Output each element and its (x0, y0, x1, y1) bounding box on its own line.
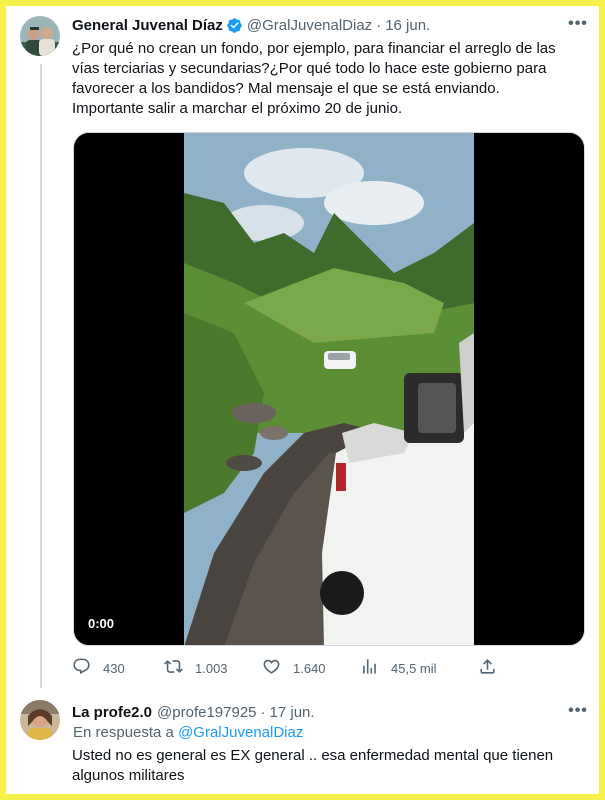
reply-text-line: Usted no es general es EX general .. esa… (72, 747, 554, 764)
tweet-date[interactable]: 16 jun. (385, 17, 430, 34)
reply-more-icon[interactable]: ••• (566, 703, 590, 725)
like-count: 1.640 (293, 660, 326, 676)
retweet-count: 1.003 (195, 660, 228, 676)
reply-author-name[interactable]: La profe2.0 (72, 704, 152, 721)
video-frame (74, 133, 584, 645)
reply-author-handle[interactable]: @profe197925 (157, 704, 256, 721)
views-count: 45,5 mil (391, 660, 437, 676)
author-name[interactable]: General Juvenal Díaz (72, 17, 223, 34)
video-player[interactable]: 0:00 (73, 132, 585, 646)
retweet-icon (164, 657, 183, 679)
video-timestamp: 0:00 (88, 616, 115, 631)
share-button[interactable] (478, 657, 497, 679)
tweet-text-line: favorecer a los bandidos? Mal mensaje el… (72, 80, 500, 97)
tweet-text-line: ¿Por qué no crean un fondo, por ejemplo,… (72, 40, 556, 57)
author-avatar[interactable] (20, 16, 60, 56)
more-icon[interactable]: ••• (566, 16, 590, 38)
thread-connector-line (40, 64, 42, 688)
tweet-header: General Juvenal Díaz @GralJuvenalDiaz · … (72, 17, 430, 34)
separator-dot: · (260, 704, 266, 721)
reply-text: Usted no es general es EX general .. esa… (72, 746, 592, 786)
tweet-actions: 430 1.003 1.640 45,5 mil (72, 656, 512, 680)
tweet-text-line: Importante salir a marchar el próximo 20… (72, 100, 403, 117)
replying-to: En respuesta a @GralJuvenalDiaz (73, 724, 303, 741)
reply-button[interactable]: 430 (72, 657, 164, 679)
reply-icon (72, 657, 91, 679)
like-button[interactable]: 1.640 (262, 657, 360, 679)
views-chart-icon (360, 657, 379, 679)
verified-badge-icon (226, 17, 243, 34)
tweet-text: ¿Por qué no crean un fondo, por ejemplo,… (72, 39, 592, 119)
separator-dot: · (376, 17, 382, 34)
tweet-text-line: vías terciarias y secundarias?¿Por qué t… (72, 60, 547, 77)
retweet-button[interactable]: 1.003 (164, 657, 262, 679)
views-button[interactable]: 45,5 mil (360, 657, 478, 679)
replying-to-mention[interactable]: @GralJuvenalDiaz (178, 724, 303, 741)
author-handle[interactable]: @GralJuvenalDiaz (247, 17, 372, 34)
timeline-frame: General Juvenal Díaz @GralJuvenalDiaz · … (6, 6, 599, 794)
heart-icon (262, 657, 281, 679)
reply-count: 430 (103, 660, 125, 676)
replying-to-prefix: En respuesta a (73, 724, 174, 741)
reply-text-line: algunos militares (72, 767, 185, 784)
reply-header: La profe2.0 @profe197925 · 17 jun. (72, 704, 315, 721)
reply-author-avatar[interactable] (20, 700, 60, 740)
reply-date[interactable]: 17 jun. (270, 704, 315, 721)
share-icon (478, 657, 497, 679)
